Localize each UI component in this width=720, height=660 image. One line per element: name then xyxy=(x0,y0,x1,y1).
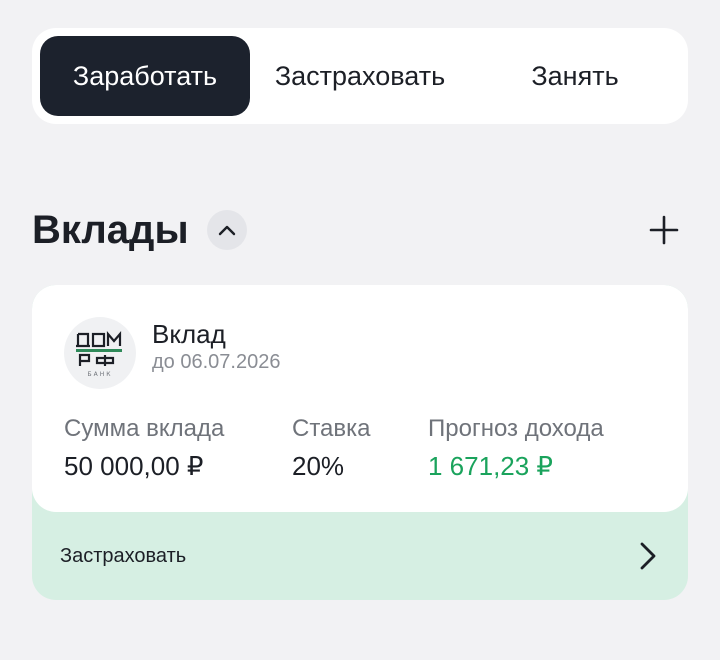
tab-borrow[interactable]: Занять xyxy=(470,36,680,116)
metric-rate: Ставка 20% xyxy=(292,415,371,482)
bank-logo: БАНК xyxy=(64,317,136,389)
income-label: Прогноз дохода xyxy=(428,415,604,442)
bank-logo-subtext: БАНК xyxy=(88,371,113,378)
add-deposit-button[interactable] xyxy=(640,206,688,254)
deposit-title: Вклад xyxy=(152,319,226,349)
chevron-up-icon xyxy=(218,225,235,236)
dom-rf-logo-icon: БАНК xyxy=(76,331,122,378)
rate-value: 20% xyxy=(292,451,345,481)
deposit-card[interactable]: БАНК Вклад до 06.07.2026 Сумма вклада 50… xyxy=(32,285,688,600)
product-tabs: Заработать Застраховать Занять xyxy=(32,28,688,124)
chevron-right-icon xyxy=(640,542,656,570)
deposits-header: Вклады xyxy=(32,200,688,260)
section-title: Вклады xyxy=(32,207,189,252)
income-value: 1 671,23 ₽ xyxy=(428,451,553,481)
metric-amount: Сумма вклада 50 000,00 ₽ xyxy=(64,415,224,482)
amount-value: 50 000,00 ₽ xyxy=(64,451,204,481)
deposit-card-body[interactable]: БАНК Вклад до 06.07.2026 Сумма вклада 50… xyxy=(32,285,688,512)
insure-label: Застраховать xyxy=(60,544,187,567)
plus-icon xyxy=(649,215,679,245)
metric-income: Прогноз дохода 1 671,23 ₽ xyxy=(428,415,604,482)
tab-insure[interactable]: Застраховать xyxy=(250,36,470,116)
collapse-button[interactable] xyxy=(206,210,247,250)
amount-label: Сумма вклада xyxy=(64,415,225,442)
tab-earn[interactable]: Заработать xyxy=(40,36,250,116)
insure-deposit-row[interactable]: Застраховать xyxy=(32,512,688,600)
deposit-end-date: до 06.07.2026 xyxy=(152,351,281,373)
rate-label: Ставка xyxy=(292,415,371,442)
